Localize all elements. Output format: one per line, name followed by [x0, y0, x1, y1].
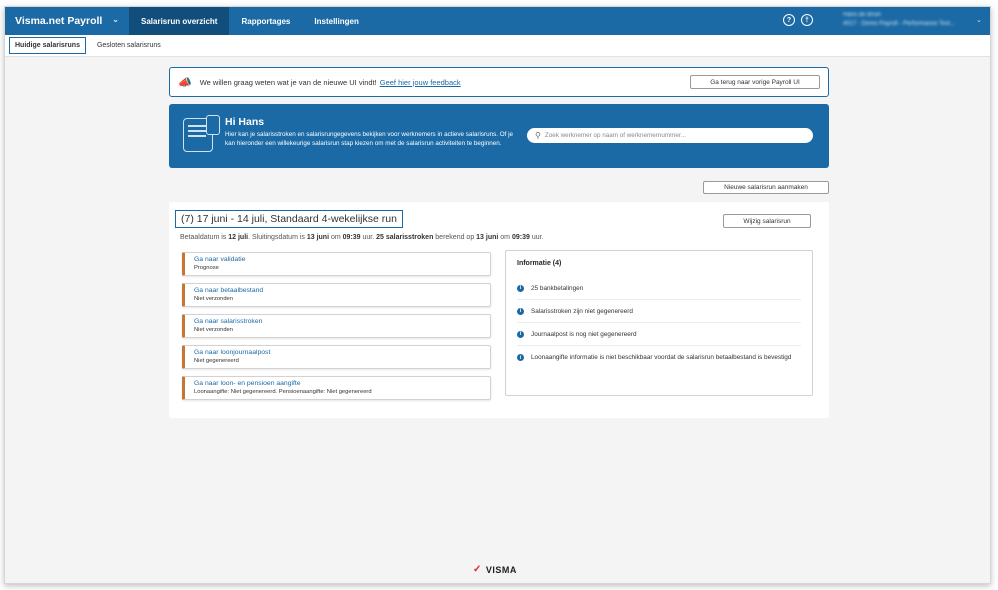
new-salarisrun-button[interactable]: Nieuwe salarisrun aanmaken — [703, 181, 829, 194]
back-to-old-ui-button[interactable]: Ga terug naar vorige Payroll UI — [690, 75, 820, 89]
meta-text: uur. — [360, 234, 377, 241]
search-placeholder: Zoek werknemer op naam of werknemernumme… — [544, 132, 686, 139]
step-link[interactable]: Ga naar betaalbestand — [194, 287, 490, 294]
info-item: i Loonaangifte informatie is niet beschi… — [517, 346, 801, 369]
info-icon: i — [517, 354, 524, 361]
nav-instellingen[interactable]: Instellingen — [302, 7, 370, 35]
meta-text: Betaaldatum is — [180, 234, 229, 241]
info-text: 25 bankbetalingen — [531, 284, 584, 292]
step-status: Niet verzonden — [194, 327, 233, 333]
top-icons: ? † — [783, 14, 813, 26]
chevron-down-icon[interactable]: ⌄ — [976, 16, 982, 24]
info-text: Loonaangifte informatie is niet beschikb… — [531, 354, 792, 361]
welcome-text: Hier kan je salarisstroken en salarisrun… — [225, 131, 514, 147]
step-link[interactable]: Ga naar validatie — [194, 256, 490, 263]
step-link[interactable]: Ga naar loonjournaalpost — [194, 349, 490, 356]
info-item: i Journaalpost is nog niet gegenereerd — [517, 323, 801, 346]
visma-logo: ✓ VISMA — [473, 564, 517, 575]
payslip-illustration-icon — [183, 115, 220, 152]
info-panel: Informatie (4) i 25 bankbetalingen i Sal… — [505, 250, 813, 396]
top-navigation: Visma.net Payroll ⌄ Salarisrun overzicht… — [5, 7, 990, 35]
feedback-text: We willen graag weten wat je van de nieu… — [199, 77, 377, 87]
nav-rapportages[interactable]: Rapportages — [229, 7, 302, 35]
slip-count: 25 salarisstroken — [376, 234, 434, 241]
info-item: i 25 bankbetalingen — [517, 277, 801, 300]
info-title: Informatie (4) — [517, 260, 562, 267]
new-run-row: Nieuwe salarisrun aanmaken — [169, 178, 829, 202]
step-status: Loonaangifte: Niet gegenereerd. Pensioen… — [194, 389, 372, 395]
close-time: 09:39 — [342, 234, 361, 241]
step-link[interactable]: Ga naar salarisstroken — [194, 318, 490, 325]
megaphone-icon: 📣 — [178, 76, 192, 89]
greeting-title: Hi Hans — [225, 116, 265, 128]
step-salarisstroken[interactable]: Ga naar salarisstroken Niet verzonden — [182, 314, 491, 338]
change-run-button[interactable]: Wijzig salarisrun — [723, 214, 811, 228]
info-text: Salarisstroken zijn niet gegenereerd — [531, 307, 633, 315]
step-aangifte[interactable]: Ga naar loon- en pensioen aangifte Loona… — [182, 376, 491, 400]
calc-time: 09:39 — [511, 234, 530, 241]
subtabs: Huidige salarisruns Gesloten salarisruns — [5, 35, 990, 57]
nav-salarisrun-overzicht[interactable]: Salarisrun overzicht — [129, 7, 230, 35]
user-company: 4017 - Demo Payroll - Performance Test..… — [843, 21, 955, 27]
meta-text: . Sluitingsdatum is — [248, 234, 307, 241]
calc-date: 13 juni — [476, 234, 499, 241]
close-date: 13 juni — [306, 234, 330, 241]
help-icon[interactable]: ? — [783, 14, 795, 26]
info-item: i Salarisstroken zijn niet gegenereerd — [517, 300, 801, 323]
info-icon: i — [517, 284, 524, 292]
info-icon: i — [517, 307, 524, 315]
step-validatie[interactable]: Ga naar validatie Prognose — [182, 252, 491, 276]
chevron-down-icon: ⌄ — [112, 15, 119, 24]
run-meta: Betaaldatum is 12 juli. Sluitingsdatum i… — [180, 234, 544, 241]
salarisrun-card: (7) 17 juni - 14 juli, Standaard 4-wekel… — [169, 202, 829, 418]
app-brand-label: Visma.net Payroll — [15, 15, 103, 27]
info-text: Journaalpost is nog niet gegenereerd — [531, 330, 637, 338]
step-link[interactable]: Ga naar loon- en pensioen aangifte — [194, 380, 490, 387]
meta-text: om — [329, 234, 343, 241]
step-status: Niet verzonden — [194, 296, 233, 302]
step-betaalbestand[interactable]: Ga naar betaalbestand Niet verzonden — [182, 283, 491, 307]
pay-date: 12 juli — [228, 234, 249, 241]
user-name: Hans de Bruin — [843, 12, 882, 18]
visma-mark-icon: ✓ — [473, 564, 482, 575]
step-status: Niet gegenereerd — [194, 358, 239, 364]
info-icon: i — [517, 330, 524, 338]
run-steps: Ga naar validatie Prognose Ga naar betaa… — [182, 252, 491, 407]
step-loonjournaalpost[interactable]: Ga naar loonjournaalpost Niet gegenereer… — [182, 345, 491, 369]
meta-text: om — [498, 234, 512, 241]
user-menu[interactable]: Hans de Bruin 4017 - Demo Payroll - Perf… — [843, 11, 955, 29]
tab-gesloten-salarisruns[interactable]: Gesloten salarisruns — [92, 38, 166, 53]
search-icon: ⚲ — [535, 131, 541, 140]
visma-logo-text: VISMA — [485, 564, 517, 575]
employee-search-input[interactable]: ⚲ Zoek werknemer op naam of werknemernum… — [527, 128, 813, 143]
app-brand[interactable]: Visma.net Payroll ⌄ — [5, 7, 129, 35]
meta-text: berekend op — [433, 234, 477, 241]
feedback-banner: 📣 We willen graag weten wat je van de ni… — [169, 67, 829, 97]
step-status: Prognose — [194, 265, 219, 271]
meta-text: uur. — [529, 234, 544, 241]
main-content: 📣 We willen graag weten wat je van de ni… — [169, 67, 829, 418]
welcome-panel: Hi Hans Hier kan je salarisstroken en sa… — [169, 104, 829, 168]
tab-huidige-salarisruns[interactable]: Huidige salarisruns — [9, 37, 86, 54]
feedback-link[interactable]: Geef hier jouw feedback — [380, 78, 461, 87]
accessibility-icon[interactable]: † — [801, 14, 813, 26]
app-window: Visma.net Payroll ⌄ Salarisrun overzicht… — [4, 6, 991, 584]
run-title: (7) 17 juni - 14 juli, Standaard 4-wekel… — [175, 210, 403, 228]
